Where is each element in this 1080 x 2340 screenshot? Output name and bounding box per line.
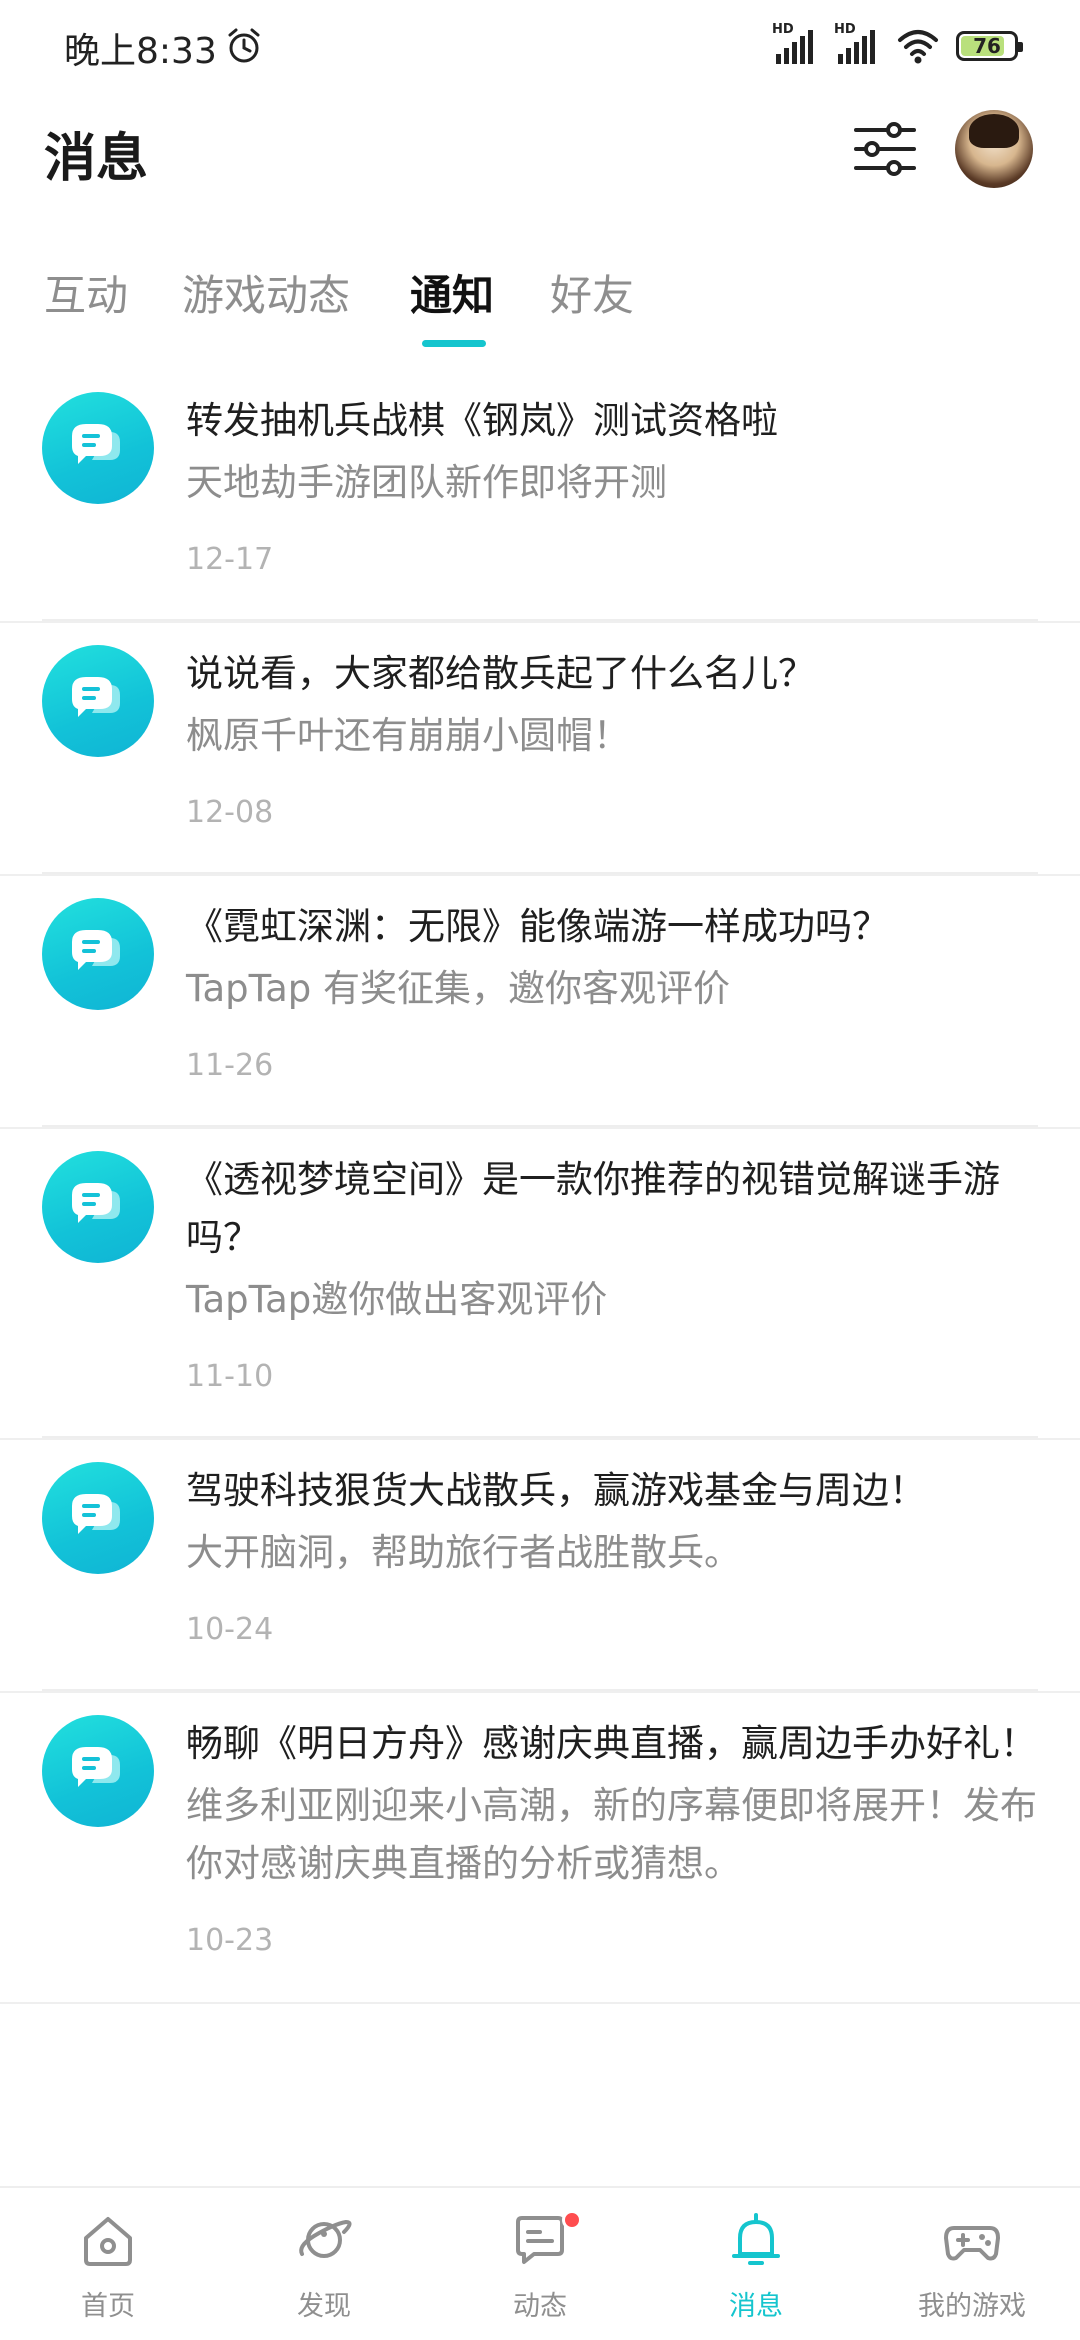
gamepad-icon [944, 2226, 1000, 2261]
divider [42, 1436, 1038, 1438]
nav-messages[interactable]: 消息 [648, 2188, 864, 2340]
alarm-icon [228, 28, 260, 63]
notification-date: 11-10 [186, 1359, 274, 1394]
list-item[interactable]: 说说看，大家都给散兵起了什么名儿？ 枫原千叶还有崩崩小圆帽！ 12-08 [0, 623, 1080, 876]
tab-friends[interactable]: 好友 [550, 262, 634, 323]
list-item[interactable]: 《透视梦境空间》是一款你推荐的视错觉解谜手游吗？ TapTap邀你做出客观评价 … [0, 1129, 1080, 1440]
messages-screen: 晚上8:33 HD HD 76 消息 互动 游戏动态 通知 好友 转发抽机兵战棋… [0, 0, 1080, 2340]
nav-label: 首页 [81, 2291, 135, 2322]
divider [42, 872, 1038, 874]
notification-subtitle: 枫原千叶还有崩崩小圆帽！ [186, 714, 630, 757]
hd-label: HD [772, 22, 794, 37]
tab-game-updates[interactable]: 游戏动态 [182, 262, 350, 323]
page-title: 消息 [44, 129, 149, 189]
list-item[interactable]: 《霓虹深渊：无限》能像端游一样成功吗？ TapTap 有奖征集，邀你客观评价 1… [0, 876, 1080, 1129]
notification-date: 12-08 [186, 795, 274, 830]
nav-label: 发现 [297, 2291, 351, 2322]
filter-settings-icon[interactable] [850, 114, 920, 184]
notification-title: 《霓虹深渊：无限》能像端游一样成功吗？ [186, 905, 889, 948]
battery-level: 76 [973, 34, 1001, 58]
avatar[interactable] [955, 110, 1033, 188]
nav-discover[interactable]: 发现 [216, 2188, 432, 2340]
notification-subtitle: TapTap 有奖征集，邀你客观评价 [186, 967, 731, 1010]
chat-bubble-icon [42, 898, 154, 1010]
notification-title: 转发抽机兵战棋《钢岚》测试资格啦 [186, 399, 778, 442]
planet-icon [299, 2219, 352, 2258]
notification-title: 《透视梦境空间》是一款你推荐的视错觉解谜手游吗？ [186, 1158, 1000, 1259]
notification-date: 10-24 [186, 1612, 274, 1647]
battery-icon: 76 [956, 31, 1023, 61]
bottom-navigation: 首页 发现 动态 消息 我的游戏 [0, 2186, 1080, 2340]
status-bar: 晚上8:33 HD HD 76 [0, 0, 1080, 96]
wifi-icon [898, 30, 938, 64]
bell-icon [732, 2213, 780, 2265]
status-time: 晚上8:33 [64, 31, 217, 72]
list-item[interactable]: 畅聊《明日方舟》感谢庆典直播，赢周边手办好礼！ 维多利亚刚迎来小高潮，新的序幕便… [0, 1693, 1080, 2004]
nav-feed[interactable]: 动态 [432, 2188, 648, 2340]
notification-title: 畅聊《明日方舟》感谢庆典直播，赢周边手办好礼！ [186, 1722, 1037, 1765]
chat-bubble-icon [42, 645, 154, 757]
notification-subtitle: TapTap邀你做出客观评价 [186, 1278, 608, 1321]
notification-date: 10-23 [186, 1923, 274, 1958]
divider [42, 1689, 1038, 1691]
notification-subtitle: 大开脑洞，帮助旅行者战胜散兵。 [186, 1531, 741, 1574]
tab-notifications[interactable]: 通知 [410, 262, 494, 323]
notification-list: 转发抽机兵战棋《钢岚》测试资格啦 天地劫手游团队新作即将开测 12-17 说说看… [0, 370, 1080, 2004]
cellular-signal-icon-2: HD [834, 22, 880, 66]
home-icon [84, 2217, 132, 2266]
divider [42, 619, 1038, 621]
chat-bubble-icon [42, 1151, 154, 1263]
chat-bubble-icon [42, 1462, 154, 1574]
cellular-signal-icon: HD [772, 22, 818, 66]
nav-label: 消息 [729, 2291, 783, 2322]
feed-icon [516, 2216, 564, 2264]
list-item[interactable]: 转发抽机兵战棋《钢岚》测试资格啦 天地劫手游团队新作即将开测 12-17 [0, 370, 1080, 623]
nav-label: 动态 [513, 2291, 567, 2322]
unread-badge [562, 2210, 582, 2230]
tab-interaction[interactable]: 互动 [44, 262, 128, 323]
nav-label: 我的游戏 [918, 2291, 1026, 2322]
app-header: 消息 [0, 100, 1080, 210]
divider [42, 1125, 1038, 1127]
nav-home[interactable]: 首页 [0, 2188, 216, 2340]
notification-subtitle: 维多利亚刚迎来小高潮，新的序幕便即将展开！发布你对感谢庆典直播的分析或猜想。 [186, 1784, 1037, 1885]
message-tabs: 互动 游戏动态 通知 好友 [0, 252, 1080, 352]
nav-my-games[interactable]: 我的游戏 [864, 2188, 1080, 2340]
chat-bubble-icon [42, 392, 154, 504]
active-tab-indicator [422, 340, 486, 347]
chat-bubble-icon [42, 1715, 154, 1827]
notification-subtitle: 天地劫手游团队新作即将开测 [186, 461, 667, 504]
notification-date: 11-26 [186, 1048, 274, 1083]
notification-date: 12-17 [186, 542, 274, 577]
list-item[interactable]: 驾驶科技狠货大战散兵，赢游戏基金与周边！ 大开脑洞，帮助旅行者战胜散兵。 10-… [0, 1440, 1080, 1693]
notification-title: 说说看，大家都给散兵起了什么名儿？ [186, 652, 815, 695]
hd-label-2: HD [834, 22, 856, 37]
notification-title: 驾驶科技狠货大战散兵，赢游戏基金与周边！ [186, 1469, 926, 1512]
